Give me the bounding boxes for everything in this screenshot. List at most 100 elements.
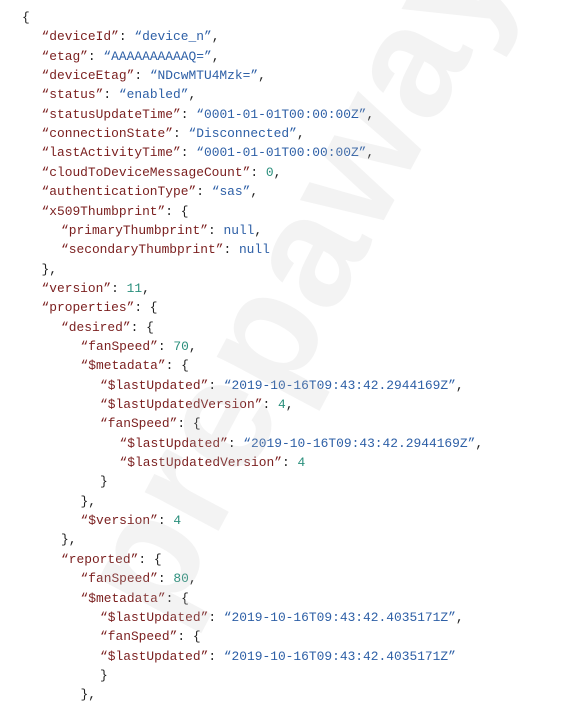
code-line: “$lastUpdated”: “2019-10-16T09:43:42.294… [120,434,484,453]
json-punctuation: : [262,397,278,412]
json-key: “$lastUpdated” [100,609,209,625]
code-line: }, [81,492,96,511]
json-key: “cloudToDeviceMessageCount” [41,164,251,180]
json-key: “$version” [80,513,158,529]
json-key: “statusUpdateTime” [41,106,181,122]
json-key: “primaryThumbprint” [61,222,208,238]
json-punctuation: : [227,435,244,451]
code-line: “primaryThumbprint”: null, [61,221,262,240]
json-punctuation: : [134,68,150,84]
json-key: “fanSpeed” [80,571,158,587]
code-line: “deviceEtag”: “NDcwMTU4Mzk=”, [42,66,266,85]
json-punctuation: , [142,280,150,296]
json-punctuation: : [196,184,212,200]
json-number-value: 0 [265,164,274,180]
json-punctuation: : [250,164,266,180]
code-line: “$version”: 4 [81,511,182,530]
json-punctuation: }, [80,687,96,703]
code-line: “fanSpeed”: { [100,414,201,433]
json-number-value: 4 [173,513,182,529]
code-line: “fanSpeed”: { [100,627,201,646]
json-key: “connectionState” [41,126,174,142]
code-line: “fanSpeed”: 80, [81,569,197,588]
json-punctuation: , [211,48,220,64]
json-punctuation: : { [134,300,158,316]
code-line: “reported”: { [61,550,162,569]
json-key: “version” [41,280,112,296]
code-line: “etag”: “AAAAAAAAAAQ=”, [42,47,220,66]
json-punctuation: , [455,609,464,625]
json-punctuation: , [366,106,375,122]
json-string-value: “2019-10-16T09:43:42.4035171Z” [223,648,456,664]
json-number-value: 4 [277,397,286,412]
json-punctuation: , [188,571,197,587]
json-punctuation: : { [130,319,154,335]
code-line: “connectionState”: “Disconnected”, [42,124,305,143]
json-number-value: 11 [126,280,143,296]
code-line: “$lastUpdated”: “2019-10-16T09:43:42.403… [100,608,464,627]
code-line: }, [61,530,76,549]
json-number-value: 80 [173,571,189,587]
json-string-value: “0001-01-01T00:00:00Z” [196,106,367,122]
json-punctuation: : { [165,358,189,374]
code-line: “lastActivityTime”: “0001-01-01T00:00:00… [42,143,375,162]
json-punctuation: } [100,474,108,490]
json-punctuation: : [103,87,119,103]
json-key: “fanSpeed” [80,338,158,354]
json-punctuation: : { [177,629,201,645]
json-string-value: “AAAAAAAAAAQ=” [103,48,212,64]
code-line: “authenticationType”: “sas”, [42,182,259,201]
json-string-value: “NDcwMTU4Mzk=” [149,68,259,84]
code-line: “fanSpeed”: 70, [81,337,197,356]
json-string-value: “0001-01-01T00:00:00Z” [196,145,367,161]
json-null-value: null [223,222,255,238]
json-punctuation: }, [80,493,96,509]
json-number-value: 70 [173,338,189,354]
json-punctuation: } [100,667,108,683]
json-key: “deviceEtag” [41,68,135,84]
json-punctuation: : [157,338,174,354]
json-punctuation: : [173,126,189,142]
json-key: “$lastUpdated” [119,435,228,451]
code-line: “desired”: { [61,318,154,337]
json-string-value: “sas” [211,184,251,200]
json-key: “status” [41,87,104,103]
code-line: } [100,666,108,685]
json-punctuation: : { [177,416,201,432]
json-punctuation: : [208,377,224,393]
code-line: }, [42,260,57,279]
code-line: “secondaryThumbprint”: null [61,240,270,259]
json-punctuation: : [281,455,298,471]
code-line: “cloudToDeviceMessageCount”: 0, [42,163,282,182]
json-punctuation: : [111,280,127,296]
json-punctuation: , [366,145,375,161]
json-punctuation: , [285,397,294,412]
json-punctuation: , [211,29,220,45]
code-line: { [22,8,30,27]
code-line: “properties”: { [42,298,158,317]
json-string-value: “2019-10-16T09:43:42.2944169Z” [223,377,456,393]
json-null-value: null [238,242,270,258]
code-line: “x509Thumbprint”: { [42,202,189,221]
json-number-value: 4 [297,455,306,471]
json-string-value: “enabled” [118,87,189,103]
json-key: “$metadata” [80,590,166,606]
json-punctuation: { [22,10,30,25]
json-punctuation: : [207,222,224,238]
json-punctuation: : { [165,203,189,219]
code-line: “$lastUpdatedVersion”: 4 [120,453,306,472]
code-line: “$metadata”: { [81,589,189,608]
json-punctuation: : [208,648,224,664]
json-punctuation: , [475,435,484,451]
json-key: “$lastUpdatedVersion” [119,455,282,471]
json-string-value: “2019-10-16T09:43:42.4035171Z” [223,609,456,625]
code-line: “$lastUpdated”: “2019-10-16T09:43:42.403… [100,647,456,666]
json-key: “reported” [61,551,139,567]
json-document: {“deviceId”: “device_n”, “etag”: “AAAAAAA… [0,0,587,713]
json-key: “etag” [41,48,88,64]
json-key: “authenticationType” [41,184,197,200]
code-line: } [100,472,108,491]
json-punctuation: : [87,48,104,64]
json-punctuation: : [157,513,174,529]
json-key: “x509Thumbprint” [41,203,166,219]
